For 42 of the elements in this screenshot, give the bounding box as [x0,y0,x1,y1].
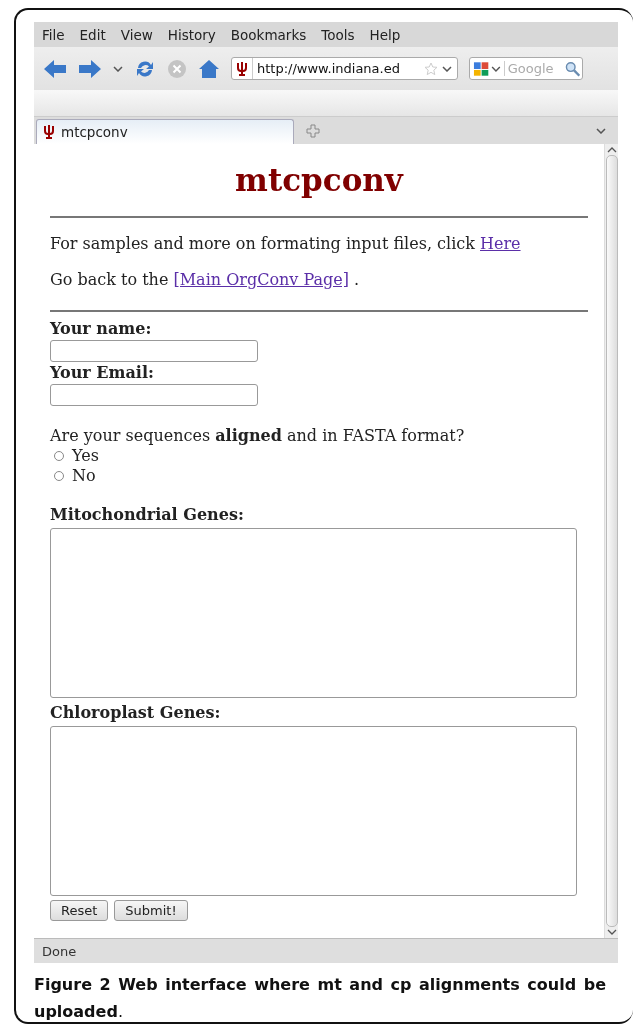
main-page-link[interactable]: [Main OrgConv Page] [173,270,349,289]
chevron-down-icon[interactable] [606,929,617,935]
figure-caption: Figure 2 Web interface where mt and cp alignments could be uploaded. [34,974,606,1022]
star-icon[interactable] [424,61,438,76]
address-bar[interactable]: http://www.indiana.ed [231,57,458,80]
search-icon[interactable] [564,60,580,77]
samples-text: For samples and more on formating input files, click Here [50,233,521,255]
menu-item[interactable]: Help [369,26,401,43]
form-button[interactable]: Reset [50,900,109,921]
search-bar[interactable]: Google [469,57,583,80]
input-field[interactable] [50,384,258,406]
option-label: No [72,466,96,486]
browser-tab[interactable]: mtcpconv [36,119,294,144]
url-text: http://www.indiana.ed [257,61,401,76]
search-engine-icon[interactable] [473,60,502,77]
input-field[interactable] [50,340,258,362]
field-label: Your Email: [50,362,154,384]
question-text: Are your sequences aligned and in FASTA format? [50,426,465,446]
menu-item[interactable]: History [167,26,216,43]
chevron-down-icon[interactable] [442,65,452,72]
chevron-up-icon[interactable] [606,147,617,153]
here-link[interactable]: Here [480,234,521,253]
back-arrow-icon[interactable] [43,58,67,79]
menu-item[interactable]: Bookmarks [230,26,307,43]
option-label: Yes [72,446,99,466]
field-label: Mitochondrial Genes: [50,504,244,526]
menu-item[interactable]: Tools [321,26,355,43]
site-logo-icon [43,124,55,140]
home-icon[interactable] [198,58,220,79]
new-tab-icon[interactable] [306,124,320,138]
menu-item[interactable]: View [120,26,153,43]
page-title: mtcpconv [235,161,403,200]
status-text: Done [42,943,77,959]
form-button[interactable]: Submit! [114,900,188,921]
chevron-down-icon[interactable] [113,65,123,72]
field-label: Your name: [50,318,152,340]
menu-item[interactable]: File [42,26,65,43]
back-text: Go back to the [Main OrgConv Page] . [50,269,360,291]
chevron-down-icon[interactable] [596,128,606,134]
forward-arrow-icon[interactable] [78,58,102,79]
menu-item[interactable]: Edit [79,26,106,43]
field-label: Chloroplast Genes: [50,702,221,724]
